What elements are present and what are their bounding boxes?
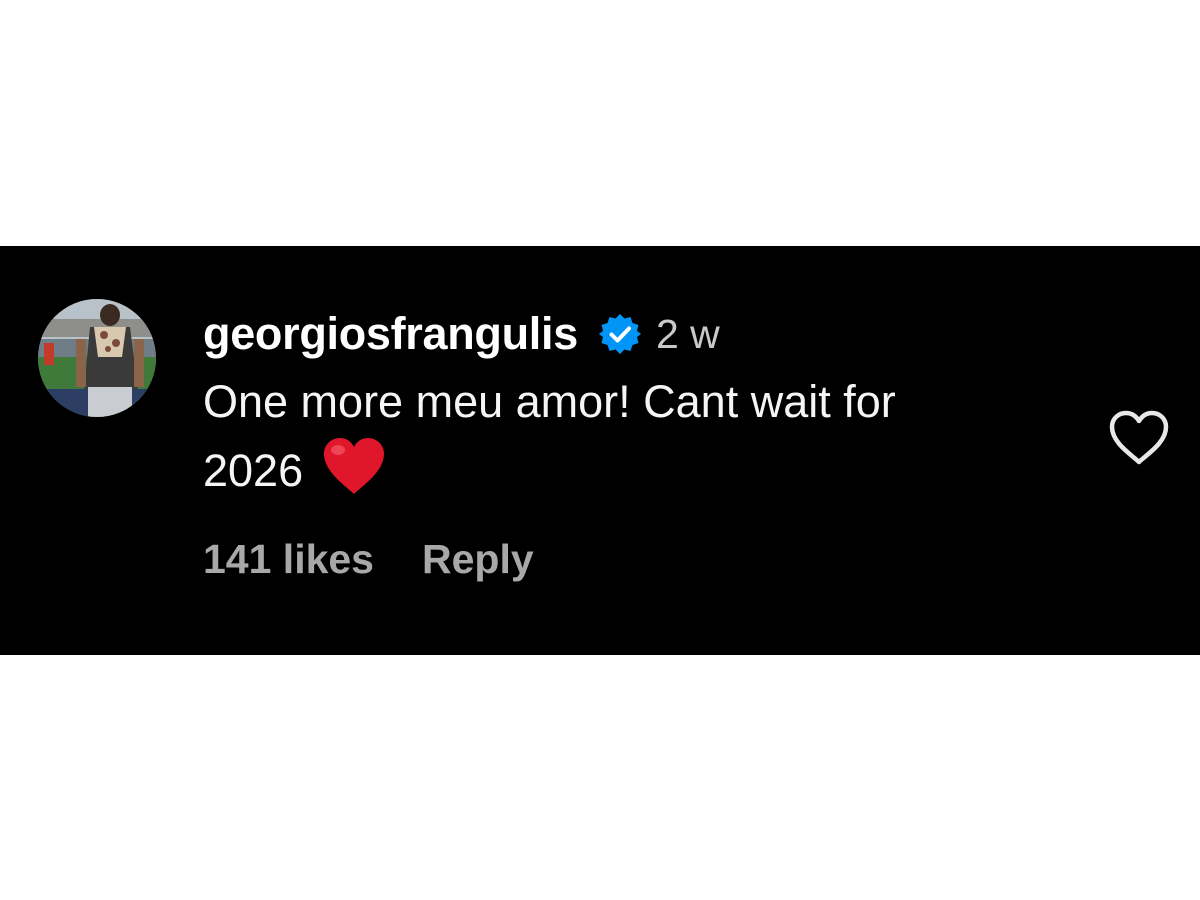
username[interactable]: georgiosfrangulis (203, 308, 578, 360)
avatar[interactable] (38, 299, 156, 417)
comment-panel: georgiosfrangulis 2 w One more meu amor!… (0, 246, 1200, 655)
comment-text-line1: One more meu amor! Cant wait for (203, 376, 896, 427)
comment-actions: 141 likes Reply (203, 536, 534, 583)
avatar-photo (38, 299, 156, 417)
likes-count[interactable]: 141 likes (203, 536, 374, 583)
red-heart-emoji (321, 436, 387, 496)
verified-badge-icon (598, 312, 642, 356)
heart-outline-icon[interactable] (1108, 409, 1170, 467)
reply-button[interactable]: Reply (422, 536, 534, 583)
comment-text: One more meu amor! Cant wait for 2026 (203, 368, 1083, 505)
comment-timestamp: 2 w (655, 310, 720, 357)
comment-text-line2: 2026 (203, 445, 304, 496)
comment-header: georgiosfrangulis 2 w (203, 308, 720, 360)
